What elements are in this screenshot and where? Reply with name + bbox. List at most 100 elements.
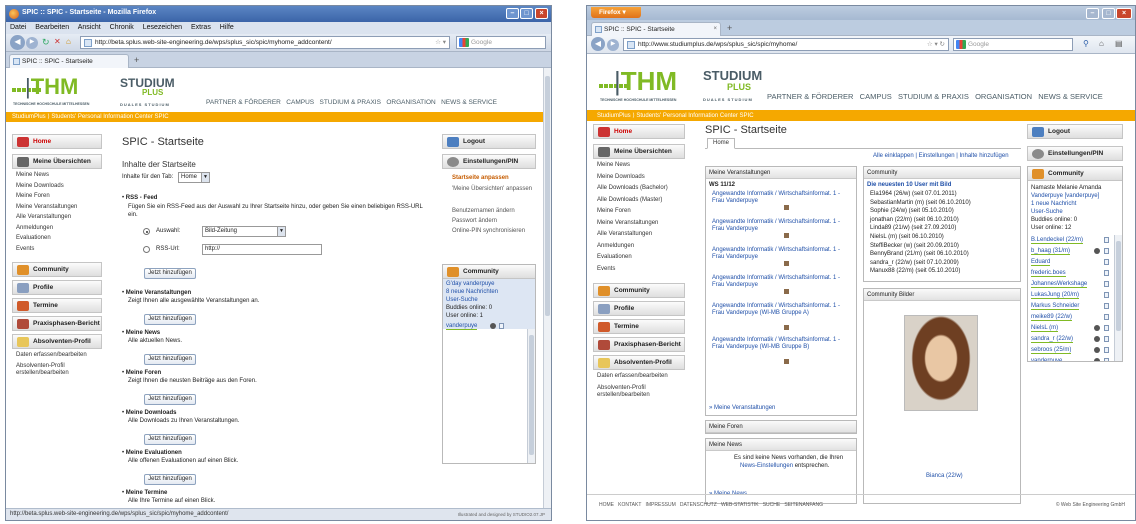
user-search-link[interactable]: User-Suche (446, 297, 478, 303)
sidebar-head-profile[interactable]: Profile (593, 301, 685, 316)
star-icon[interactable]: ☆ ▾ ↻ (927, 40, 945, 48)
community-scrollbar[interactable] (1114, 235, 1122, 361)
sidebar-head-absolventen-profil[interactable]: Absolventen-Profil (12, 334, 102, 349)
link-online-pin[interactable]: Online-PIN synchronisieren (452, 228, 532, 235)
sidebar-head-termine[interactable]: Termine (12, 298, 102, 313)
news-settings-link[interactable]: News-Einstellungen (740, 463, 793, 469)
newest-user[interactable]: BennyBrand (21/m) (seit 06.10.2010) (870, 251, 969, 257)
newest-user[interactable]: NielsL (m) (seit 06.10.2010) (870, 234, 944, 240)
newest-user[interactable]: Manux88 (22/m) (seit 05.10.2010) (870, 268, 960, 274)
foren-header[interactable]: Meine Foren (706, 421, 856, 433)
tab-spic[interactable]: SPIC :: SPIC - Startseite (9, 54, 129, 68)
online-user[interactable]: Markus Schneider (1031, 303, 1080, 310)
profile-icon[interactable] (1104, 237, 1109, 243)
menu-extras[interactable]: Extras (191, 24, 211, 31)
veranstaltungen-header[interactable]: Meine Veranstaltungen (706, 167, 856, 179)
profile-icon[interactable] (1104, 336, 1109, 342)
course-link[interactable]: Angewandte Informatik / Wirtschaftsinfor… (712, 337, 852, 351)
course-link[interactable]: Angewandte Informatik / Wirtschaftsinfor… (712, 275, 852, 289)
gear-icon[interactable] (490, 323, 496, 329)
sidebar-head-profile[interactable]: Profile (12, 280, 102, 295)
sidebar-head-community[interactable]: Community (12, 262, 102, 277)
url-bar[interactable]: http://www.studiumplus.de/wps/splus_sic/… (623, 38, 949, 51)
gear-icon[interactable] (1094, 325, 1100, 331)
logout-button[interactable]: Logout (442, 134, 536, 149)
reload-icon[interactable]: ↻ (42, 37, 50, 48)
sidebar-head-meine-bersichten[interactable]: Meine Übersichten (12, 154, 102, 169)
tab-close-icon[interactable]: × (713, 26, 717, 32)
sidebar-head-praxisphasen-bericht[interactable]: Praxisphasen-Bericht (593, 337, 685, 352)
sidebar-item-evaluationen[interactable]: Evaluationen (16, 235, 100, 242)
sidebar-head-community[interactable]: Community (593, 283, 685, 298)
minimize-button[interactable]: – (1086, 8, 1099, 19)
profile-icon[interactable] (1104, 259, 1109, 265)
community-info-line[interactable]: 1 neue Nachricht (1031, 201, 1076, 207)
add-meine-downloads-button[interactable]: Jetzt hinzufügen (144, 434, 196, 445)
sidebar-item-alle-downloads-bachelor[interactable]: Alle Downloads (Bachelor) (597, 185, 683, 192)
minimize-button[interactable]: – (506, 8, 519, 19)
greeting[interactable]: G'day vanderpuye (446, 281, 495, 287)
menu-datei[interactable]: Datei (10, 24, 26, 31)
sidebar-item-daten-erfassen-bearbeiten[interactable]: Daten erfassen/bearbeiten (16, 352, 100, 359)
tab-home[interactable]: Home (707, 138, 735, 149)
maximize-button[interactable]: □ (520, 8, 533, 19)
online-user[interactable]: JohannesWerkshage (1031, 281, 1088, 288)
online-user[interactable]: b_haag (31/m) (1031, 248, 1071, 255)
add-meine-veranstaltungen-button[interactable]: Jetzt hinzufügen (144, 314, 196, 325)
newest-user[interactable]: sandra_r (22/w) (seit 07.10.2009) (870, 260, 959, 266)
gear-icon[interactable] (1094, 347, 1100, 353)
newest-user[interactable]: jonathan (22/m) (seit 06.10.2010) (870, 217, 959, 223)
bilder-header[interactable]: Community Bilder (864, 289, 1020, 301)
tab-spic[interactable]: SPIC :: SPIC - Startseite × (591, 22, 721, 36)
home-icon[interactable]: ⌂ (1099, 39, 1104, 48)
profile-icon[interactable] (1104, 270, 1109, 276)
gear-icon[interactable] (1094, 248, 1100, 254)
newest-user[interactable]: Ela1964 (26/w) (seit 07.01.2011) (870, 191, 957, 197)
tab-select[interactable]: Home ▼ (178, 172, 210, 183)
community-center-header[interactable]: Community (864, 167, 1020, 179)
link-uebersichten-anpassen[interactable]: 'Meine Übersichten' anpassen (452, 186, 532, 193)
page-scrollbar[interactable] (543, 68, 551, 510)
sidebar-item-meine-veranstaltungen[interactable]: Meine Veranstaltungen (597, 220, 683, 227)
profile-icon[interactable] (1104, 303, 1109, 309)
calendar-icon[interactable] (784, 289, 789, 294)
forward-button[interactable]: ▶ (607, 39, 619, 51)
online-user[interactable]: sebroos (25/m) (1031, 347, 1072, 354)
menu-lesezeichen[interactable]: Lesezeichen (143, 24, 182, 31)
add-meine-foren-button[interactable]: Jetzt hinzufügen (144, 394, 196, 405)
calendar-icon[interactable] (784, 325, 789, 330)
sidebar-item-events[interactable]: Events (16, 246, 100, 253)
sidebar-head-termine[interactable]: Termine (593, 319, 685, 334)
sidebar-item-absolventen-profil-erstellen-bearbeiten[interactable]: Absolventen-Profil erstellen/bearbeiten (597, 385, 683, 399)
sidebar-item-meine-veranstaltungen[interactable]: Meine Veranstaltungen (16, 204, 100, 211)
search-box[interactable]: Google (953, 38, 1073, 51)
community-info-line[interactable]: Vanderpuye [vanderpuye] (1031, 193, 1099, 199)
calendar-icon[interactable] (784, 205, 789, 210)
sidebar-head-praxisphasen-bericht[interactable]: Praxisphasen-Bericht (12, 316, 102, 331)
sidebar-head-absolventen-profil[interactable]: Absolventen-Profil (593, 355, 685, 370)
back-button[interactable]: ◀ (10, 35, 25, 50)
sidebar-item-meine-foren[interactable]: Meine Foren (16, 193, 100, 200)
newest-user[interactable]: Linda89 (21/w) (seit 27.09.2010) (870, 225, 956, 231)
newest-user[interactable]: SteffiBecker (w) (seit 20.09.2010) (870, 243, 959, 249)
toolbar-links[interactable]: Alle einklappen | Einstellungen | Inhalt… (873, 153, 1009, 159)
profile-icon[interactable] (1104, 281, 1109, 287)
back-button[interactable]: ◀ (591, 37, 605, 51)
news-link[interactable]: 8 neue Nachrichten (446, 289, 498, 295)
online-user[interactable]: B.Lendeckel (22/m) (1031, 237, 1084, 244)
logout-button[interactable]: Logout (1027, 124, 1123, 139)
online-user[interactable]: NielsL (m) (1031, 325, 1059, 332)
sidebar-item-daten-erfassen-bearbeiten[interactable]: Daten erfassen/bearbeiten (597, 373, 683, 380)
sidebar-item-anmeldungen[interactable]: Anmeldungen (597, 243, 683, 250)
close-button[interactable]: × (1116, 8, 1132, 19)
search-box[interactable]: Google (456, 36, 546, 49)
calendar-icon[interactable] (784, 261, 789, 266)
settings-button[interactable]: Einstellungen/PIN (1027, 146, 1123, 161)
radio-rss-url[interactable] (143, 246, 150, 253)
sidebar-item-anmeldungen[interactable]: Anmeldungen (16, 225, 100, 232)
menu-ansicht[interactable]: Ansicht (78, 24, 101, 31)
community-info-line[interactable]: User-Suche (1031, 209, 1063, 215)
sidebar-item-alle-veranstaltungen[interactable]: Alle Veranstaltungen (597, 231, 683, 238)
forward-button[interactable]: ▶ (26, 37, 38, 49)
online-user[interactable]: meike89 (22/w) (1031, 314, 1073, 321)
